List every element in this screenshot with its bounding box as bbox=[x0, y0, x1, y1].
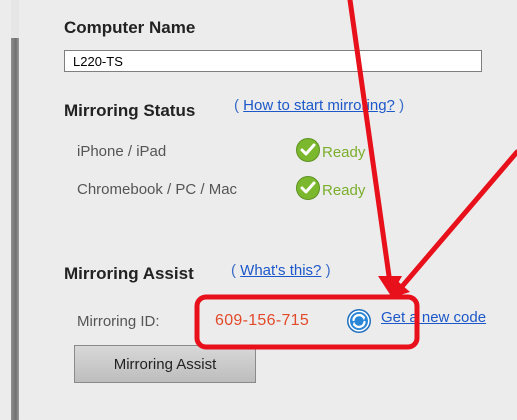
refresh-icon[interactable] bbox=[346, 308, 372, 334]
left-scroll-bar bbox=[11, 38, 19, 420]
mirroring-assist-heading: Mirroring Assist bbox=[64, 264, 194, 283]
paren-open: ( bbox=[231, 262, 236, 279]
check-icon bbox=[296, 138, 320, 162]
mirroring-assist-button[interactable]: Mirroring Assist bbox=[74, 345, 256, 383]
left-strip bbox=[0, 0, 11, 420]
mirroring-id-label: Mirroring ID: bbox=[77, 313, 160, 330]
mirroring-status-heading: Mirroring Status bbox=[64, 101, 196, 120]
how-to-start-mirroring-link[interactable]: How to start mirroring? bbox=[243, 97, 395, 114]
paren-close: ) bbox=[399, 97, 405, 114]
chromebook-pc-mac-label: Chromebook / PC / Mac bbox=[77, 181, 238, 198]
iphone-ipad-status: Ready bbox=[322, 144, 366, 161]
get-new-code-link[interactable]: Get a new code bbox=[381, 309, 486, 326]
how-to-start-wrapper: ( How to start mirroring? ) bbox=[234, 97, 404, 114]
computer-name-heading: Computer Name bbox=[64, 18, 196, 37]
paren-close: ) bbox=[325, 262, 331, 279]
check-icon bbox=[296, 176, 320, 200]
chromebook-pc-mac-status: Ready bbox=[322, 182, 366, 199]
whats-this-link[interactable]: What's this? bbox=[240, 262, 321, 279]
mirroring-id-value: 609-156-715 bbox=[215, 312, 310, 329]
paren-open: ( bbox=[234, 97, 239, 114]
computer-name-input[interactable] bbox=[64, 50, 482, 72]
whats-this-wrapper: ( What's this? ) bbox=[231, 262, 331, 279]
iphone-ipad-label: iPhone / iPad bbox=[77, 143, 167, 160]
